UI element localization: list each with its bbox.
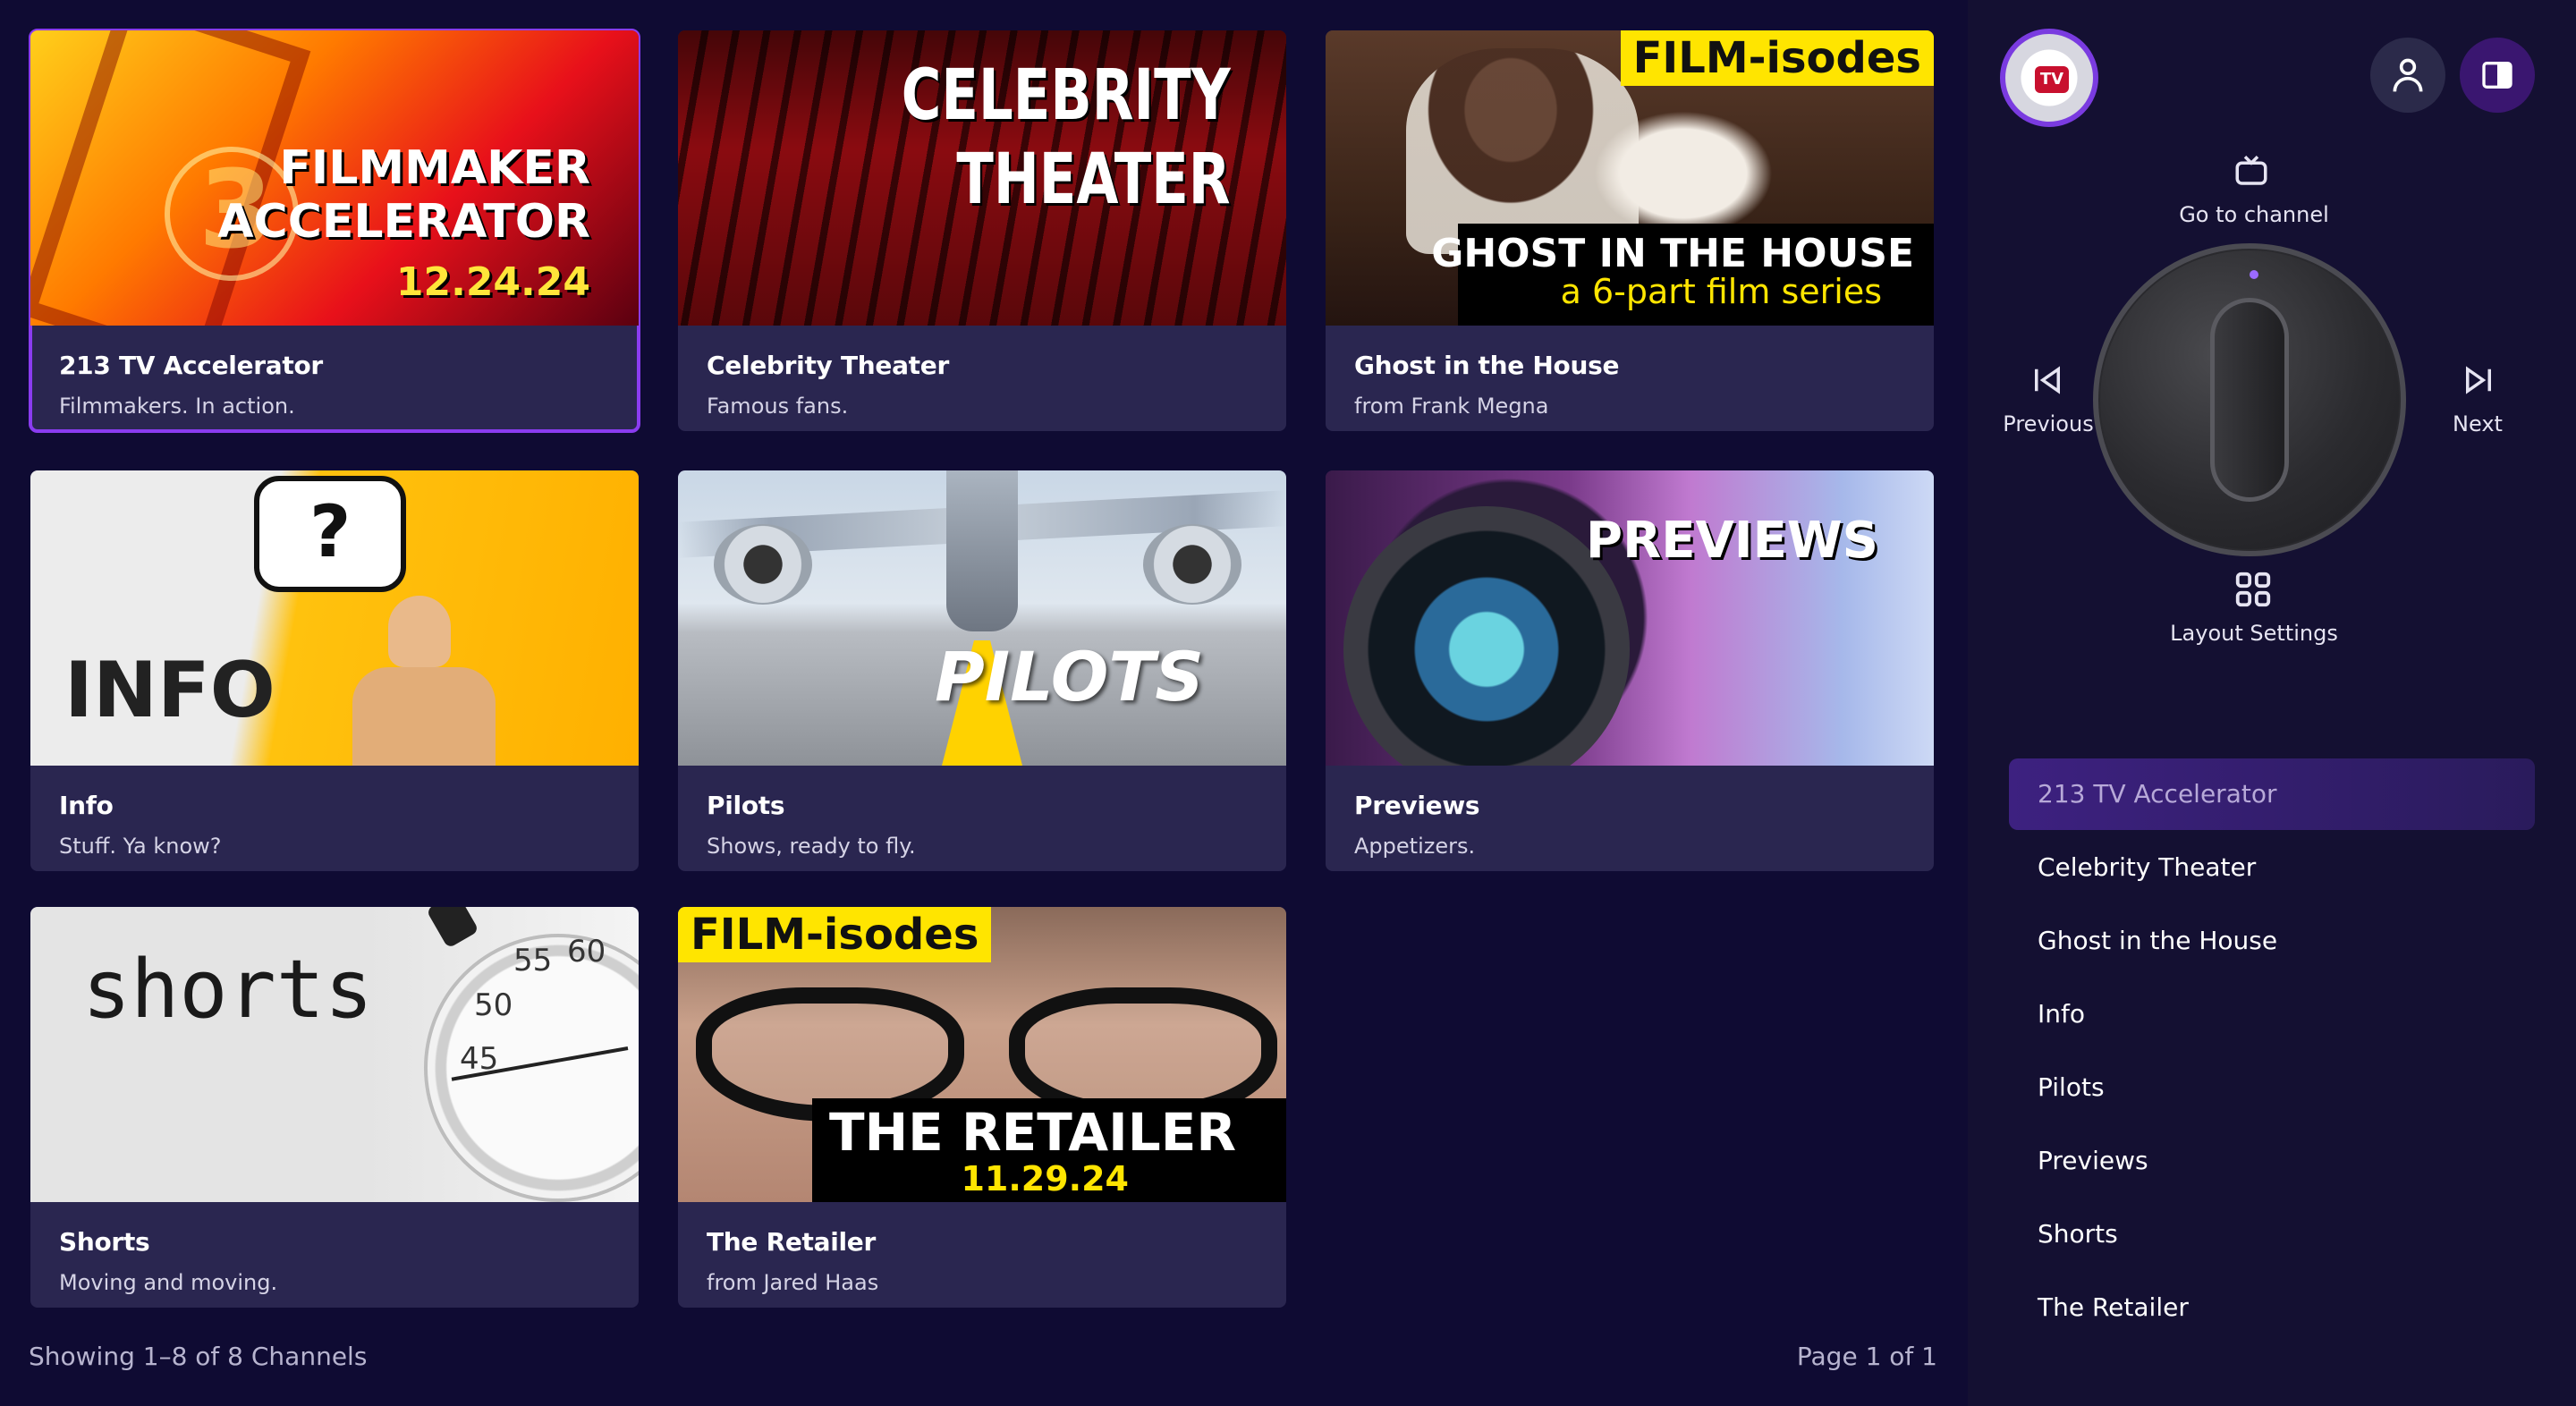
card-title: Shorts	[59, 1227, 150, 1257]
next-label: Next	[2453, 411, 2503, 436]
card-subtitle: Appetizers.	[1354, 834, 1476, 859]
card-subtitle: Famous fans.	[707, 394, 849, 419]
thumbnail-ghost-in-the-house: FILM-isodes GHOST IN THE HOUSE a 6-part …	[1326, 30, 1934, 326]
channel-card-celebrity-theater[interactable]: CELEBRITY THEATER Celebrity Theater Famo…	[678, 30, 1286, 431]
thumbnail-previews: PREVIEWS	[1326, 470, 1934, 766]
thumbnail-accelerator: 3 FILMMAKER ACCELERATOR 12.24.24	[30, 30, 639, 326]
card-title: Previews	[1354, 791, 1480, 820]
next-button[interactable]	[2460, 361, 2497, 402]
channel-list-item[interactable]: Celebrity Theater	[2009, 832, 2535, 903]
art-text: FILMMAKER	[279, 141, 590, 195]
art-text: 55	[513, 943, 553, 978]
dial-indicator	[2250, 270, 2258, 279]
art-text: INFO	[64, 646, 275, 735]
art-text: 11.29.24	[961, 1159, 1129, 1198]
channel-list-item[interactable]: Previews	[2009, 1125, 2535, 1197]
card-title: Info	[59, 791, 114, 820]
card-title: The Retailer	[707, 1227, 876, 1257]
sidebar: TV Go to channel Previous Next Layout Se…	[1968, 0, 2576, 1406]
dial-grip	[2210, 298, 2289, 502]
channel-card-ghost-in-the-house[interactable]: FILM-isodes GHOST IN THE HOUSE a 6-part …	[1326, 30, 1934, 431]
art-text: CELEBRITY	[902, 55, 1231, 136]
card-subtitle: Filmmakers. In action.	[59, 394, 295, 419]
channel-card-previews[interactable]: PREVIEWS Previews Appetizers.	[1326, 470, 1934, 871]
card-title: 213 TV Accelerator	[59, 351, 323, 380]
channel-list-item[interactable]: 213 TV Accelerator	[2009, 758, 2535, 830]
grid-icon	[2235, 572, 2271, 607]
art-text: a 6-part film series	[1560, 272, 1882, 311]
art-text: THE RETAILER	[829, 1102, 1236, 1163]
go-to-channel-button[interactable]	[2233, 152, 2270, 193]
channel-list-item[interactable]: Pilots	[2009, 1052, 2535, 1123]
channel-list-item[interactable]: Ghost in the House	[2009, 905, 2535, 977]
card-subtitle: Stuff. Ya know?	[59, 834, 222, 859]
thumbnail-info: ? INFO	[30, 470, 639, 766]
channel-grid: 3 FILMMAKER ACCELERATOR 12.24.24 213 TV …	[0, 0, 1968, 1406]
art-text: FILM-isodes	[1620, 30, 1934, 86]
channel-card-pilots[interactable]: PILOTS Pilots Shows, ready to fly.	[678, 470, 1286, 871]
art-text: shorts	[82, 943, 374, 1037]
thumbnail-celebrity-theater: CELEBRITY THEATER	[678, 30, 1286, 326]
thumbnail-shorts: shorts 55 60 50 45	[30, 907, 639, 1202]
art-text: 60	[567, 934, 606, 970]
art-text: PREVIEWS	[1586, 512, 1878, 570]
logo[interactable]: TV	[2000, 29, 2098, 127]
layout-settings-button[interactable]	[2233, 569, 2274, 614]
showing-count: Showing 1–8 of 8 Channels	[29, 1342, 368, 1371]
card-title: Ghost in the House	[1354, 351, 1620, 380]
go-to-channel-label: Go to channel	[2179, 202, 2329, 227]
channel-card-accelerator[interactable]: 3 FILMMAKER ACCELERATOR 12.24.24 213 TV …	[29, 29, 640, 433]
channel-card-info[interactable]: ? INFO Info Stuff. Ya know?	[30, 470, 639, 871]
skip-next-icon	[2466, 366, 2491, 394]
card-subtitle: from Jared Haas	[707, 1270, 879, 1295]
card-subtitle: from Frank Megna	[1354, 394, 1549, 419]
card-subtitle: Moving and moving.	[59, 1270, 278, 1295]
art-text: PILOTS	[935, 637, 1204, 716]
logo-text: TV	[2035, 66, 2069, 93]
card-title: Celebrity Theater	[707, 351, 949, 380]
channel-list-item[interactable]: Shorts	[2009, 1198, 2535, 1270]
channel-card-the-retailer[interactable]: FILM-isodes THE RETAILER 11.29.24 The Re…	[678, 907, 1286, 1308]
thumbnail-pilots: PILOTS	[678, 470, 1286, 766]
channel-list: 213 TV Accelerator Celebrity Theater Gho…	[2009, 758, 2535, 1345]
tv-icon	[2235, 156, 2267, 185]
profile-button[interactable]	[2370, 38, 2445, 113]
art-text: GHOST IN THE HOUSE	[1431, 231, 1914, 276]
card-title: Pilots	[707, 791, 785, 820]
skip-previous-icon	[2035, 366, 2060, 394]
art-text: ?	[309, 490, 352, 573]
sidebar-toggle-icon	[2482, 62, 2512, 89]
card-subtitle: Shows, ready to fly.	[707, 834, 916, 859]
previous-button[interactable]	[2029, 361, 2066, 402]
thumbnail-the-retailer: FILM-isodes THE RETAILER 11.29.24	[678, 907, 1286, 1202]
channel-dial[interactable]	[2093, 243, 2406, 556]
user-icon	[2393, 58, 2423, 92]
art-text: 50	[474, 987, 513, 1023]
page-indicator: Page 1 of 1	[1796, 1342, 1937, 1371]
art-text: FILM-isodes	[678, 907, 992, 962]
toggle-sidebar-button[interactable]	[2460, 38, 2535, 113]
art-text: 12.24.24	[395, 259, 590, 305]
art-text: ACCELERATOR	[217, 195, 590, 249]
channel-list-item[interactable]: Info	[2009, 978, 2535, 1050]
layout-settings-label: Layout Settings	[2170, 621, 2338, 646]
channel-list-item[interactable]: The Retailer	[2009, 1272, 2535, 1343]
art-text: THEATER	[956, 140, 1231, 220]
channel-card-shorts[interactable]: shorts 55 60 50 45 Shorts Moving and mov…	[30, 907, 639, 1308]
